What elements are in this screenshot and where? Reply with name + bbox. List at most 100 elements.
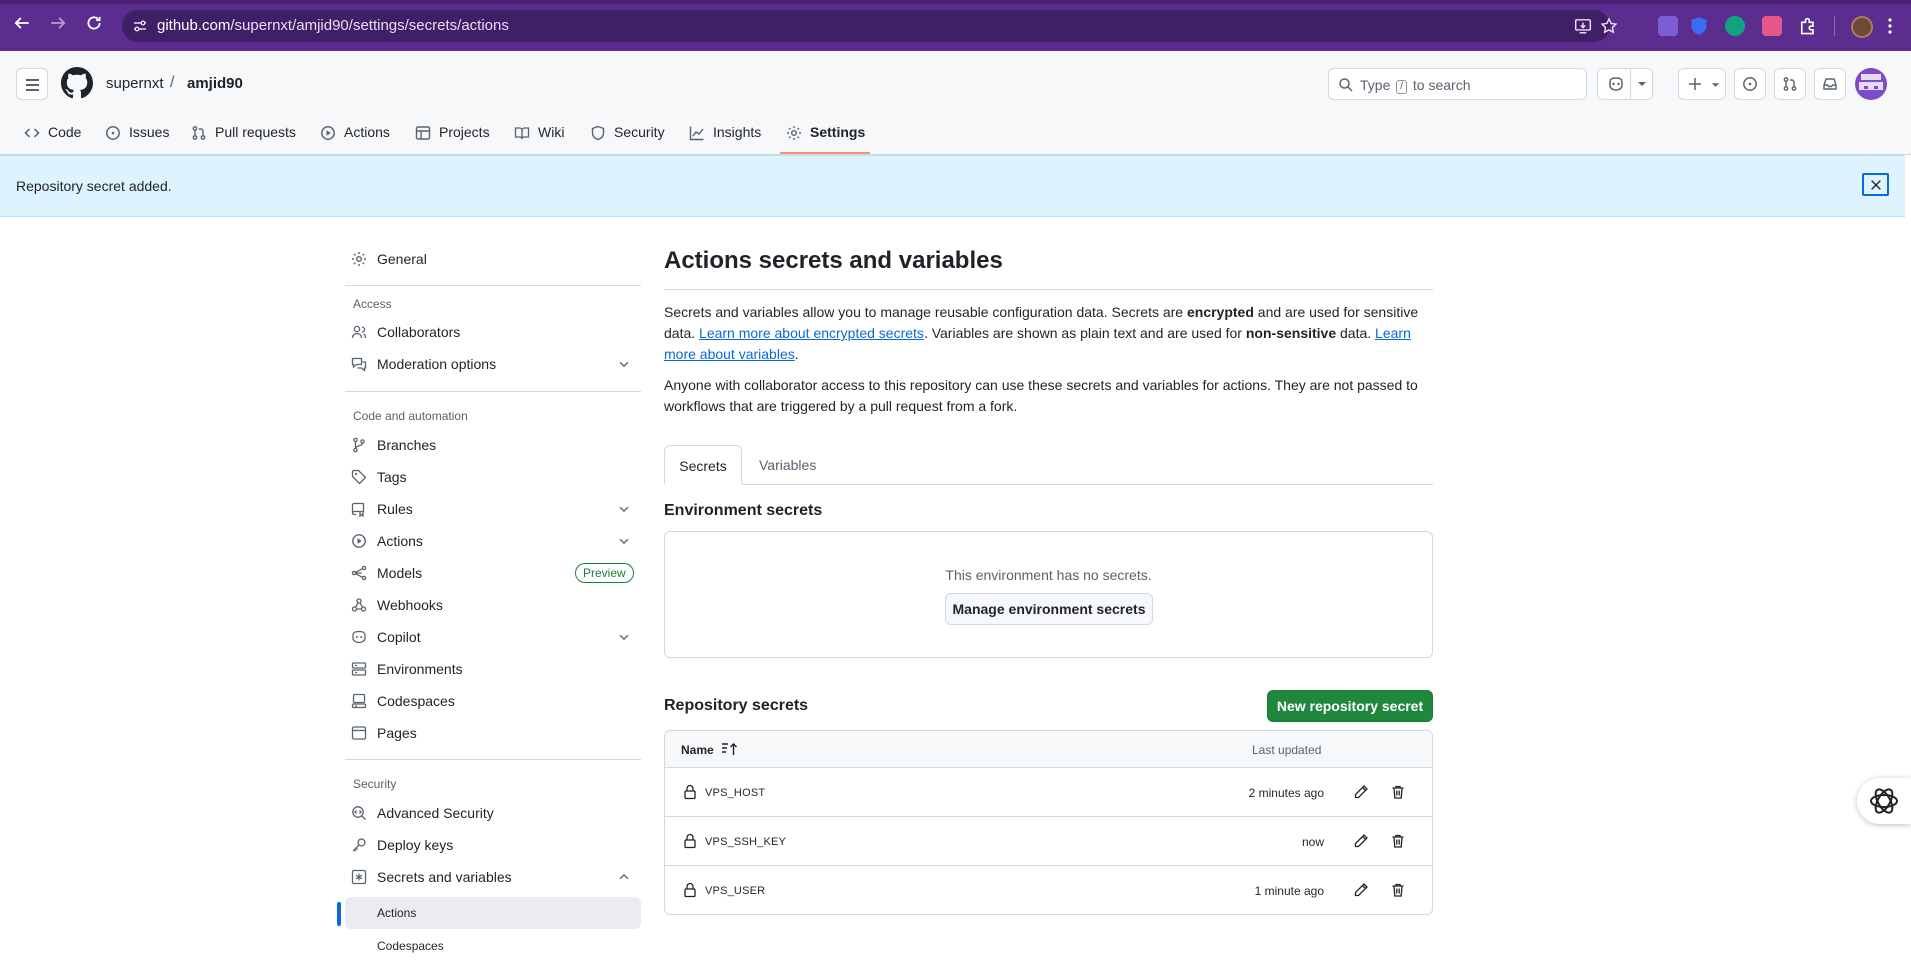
extension-cloud-icon[interactable]	[1658, 16, 1678, 36]
chevron-down-icon	[619, 538, 629, 545]
sidebar-item-pages[interactable]: Pages	[337, 717, 641, 749]
sidebar-item-tags[interactable]: Tags	[337, 461, 641, 493]
lock-icon	[684, 882, 696, 898]
page-title: Actions secrets and variables	[664, 247, 1003, 274]
sidebar-subitem-codespaces[interactable]: Codespaces	[345, 930, 641, 962]
sidebar-divider	[345, 391, 641, 392]
secrets-variables-tabs: Secrets Variables	[664, 445, 1433, 485]
copilot-button[interactable]	[1597, 68, 1653, 100]
inbox-button[interactable]	[1814, 68, 1846, 100]
tab-secrets[interactable]: Secrets	[664, 445, 742, 485]
empty-state-text: This environment has no secrets.	[945, 567, 1152, 583]
github-logo-icon[interactable]	[61, 67, 93, 99]
pull-requests-button[interactable]	[1774, 68, 1806, 100]
codescan-icon	[352, 806, 366, 820]
browser-tabstrip-edge	[0, 0, 1911, 4]
tab-security[interactable]: Security	[590, 117, 665, 155]
lock-icon	[684, 784, 696, 800]
floating-assistant-button[interactable]	[1857, 778, 1911, 824]
chevron-down-icon	[619, 634, 629, 641]
global-nav-menu-button[interactable]	[16, 68, 48, 100]
tab-settings[interactable]: Settings	[786, 117, 865, 155]
trash-icon[interactable]	[1390, 882, 1406, 898]
tab-insights[interactable]: Insights	[689, 117, 761, 155]
secret-updated: 1 minute ago	[1254, 884, 1324, 898]
browser-toolbar: github.com/supernxt/amjid90/settings/sec…	[0, 0, 1911, 51]
preview-badge: Preview	[575, 563, 634, 583]
sort-ascending-icon[interactable]	[721, 742, 739, 756]
sidebar-item-copilot[interactable]: Copilot	[337, 621, 641, 653]
secret-name: VPS_HOST	[705, 787, 766, 799]
issues-button[interactable]	[1734, 68, 1766, 100]
sidebar-item-environments[interactable]: Environments	[337, 653, 641, 685]
tab-wiki[interactable]: Wiki	[514, 117, 564, 155]
back-icon[interactable]	[11, 14, 33, 36]
breadcrumb-owner[interactable]: supernxt	[106, 75, 164, 92]
graph-icon	[689, 126, 704, 141]
trash-icon[interactable]	[1390, 784, 1406, 800]
install-app-icon[interactable]	[1574, 17, 1592, 35]
pencil-icon[interactable]	[1353, 833, 1369, 849]
column-name: Name	[681, 743, 714, 757]
new-repository-secret-button[interactable]: New repository secret	[1267, 690, 1433, 722]
tab-projects[interactable]: Projects	[415, 117, 490, 155]
manage-environment-secrets-button[interactable]: Manage environment secrets	[945, 593, 1153, 625]
key-asterisk-icon	[351, 869, 367, 885]
chevron-down-icon	[1711, 83, 1720, 87]
forward-icon[interactable]	[47, 14, 69, 36]
extension-chatgpt-icon[interactable]	[1725, 16, 1745, 36]
sidebar-item-advanced-security[interactable]: Advanced Security	[337, 797, 641, 829]
secret-updated: 2 minutes ago	[1248, 786, 1324, 800]
tab-issues[interactable]: Issues	[105, 117, 169, 155]
sidebar-item-collaborators[interactable]: Collaborators	[337, 316, 641, 348]
sidebar-item-moderation[interactable]: Moderation options	[337, 348, 641, 380]
reload-icon[interactable]	[83, 14, 105, 36]
sidebar-subitem-actions[interactable]: Actions	[345, 897, 641, 929]
sidebar-item-general[interactable]: General	[337, 243, 641, 275]
tab-actions[interactable]: Actions	[320, 117, 390, 155]
comment-discussion-icon	[351, 357, 367, 372]
search-input[interactable]: Type / to search	[1328, 68, 1587, 100]
pencil-icon[interactable]	[1353, 882, 1369, 898]
inbox-icon	[1823, 78, 1837, 90]
repo-push-icon	[351, 502, 365, 517]
chevron-up-icon	[619, 873, 629, 880]
sidebar-item-actions[interactable]: Actions	[337, 525, 641, 557]
code-icon	[24, 128, 40, 138]
tab-pull-requests[interactable]: Pull requests	[191, 117, 296, 155]
sidebar-item-webhooks[interactable]: Webhooks	[337, 589, 641, 621]
tab-code[interactable]: Code	[24, 117, 81, 155]
trash-icon[interactable]	[1390, 833, 1406, 849]
site-settings-icon[interactable]	[132, 18, 148, 34]
sidebar-item-deploy-keys[interactable]: Deploy keys	[337, 829, 641, 861]
chevron-down-icon	[619, 506, 629, 513]
tag-icon	[351, 469, 367, 485]
sidebar-item-rules[interactable]: Rules	[337, 493, 641, 525]
extension-shield-icon[interactable]	[1689, 16, 1709, 36]
browser-profile-avatar[interactable]	[1851, 16, 1873, 38]
extension-pink-icon[interactable]	[1762, 16, 1782, 36]
flash-message: Repository secret added.	[16, 178, 172, 194]
flash-close-button[interactable]	[1862, 173, 1889, 196]
sidebar-divider	[345, 759, 641, 760]
address-bar[interactable]: github.com/supernxt/amjid90/settings/sec…	[122, 10, 1618, 42]
sidebar-item-models[interactable]: Models Preview	[337, 557, 641, 589]
gear-icon	[352, 252, 366, 266]
encrypted-secrets-link[interactable]: Learn more about encrypted secrets	[699, 325, 924, 341]
browser-menu-icon[interactable]	[1886, 16, 1894, 36]
bookmark-star-icon[interactable]	[1600, 17, 1618, 35]
pencil-icon[interactable]	[1353, 784, 1369, 800]
toolbar-divider	[1834, 16, 1835, 36]
create-new-button[interactable]	[1678, 68, 1726, 100]
tab-variables[interactable]: Variables	[759, 445, 816, 485]
repository-secrets-table: Name Last updated VPS_HOST 2 minutes ago…	[664, 730, 1433, 915]
breadcrumb-separator: /	[170, 74, 175, 91]
extensions-puzzle-icon[interactable]	[1798, 16, 1818, 36]
collaborator-note: Anyone with collaborator access to this …	[664, 377, 1418, 414]
breadcrumb-repo[interactable]: amjid90	[187, 75, 243, 92]
sidebar-item-branches[interactable]: Branches	[337, 429, 641, 461]
sidebar-item-secrets-variables[interactable]: Secrets and variables	[337, 861, 641, 893]
sidebar-item-codespaces[interactable]: Codespaces	[337, 685, 641, 717]
user-avatar[interactable]	[1855, 68, 1887, 100]
codespaces-icon	[351, 693, 367, 709]
